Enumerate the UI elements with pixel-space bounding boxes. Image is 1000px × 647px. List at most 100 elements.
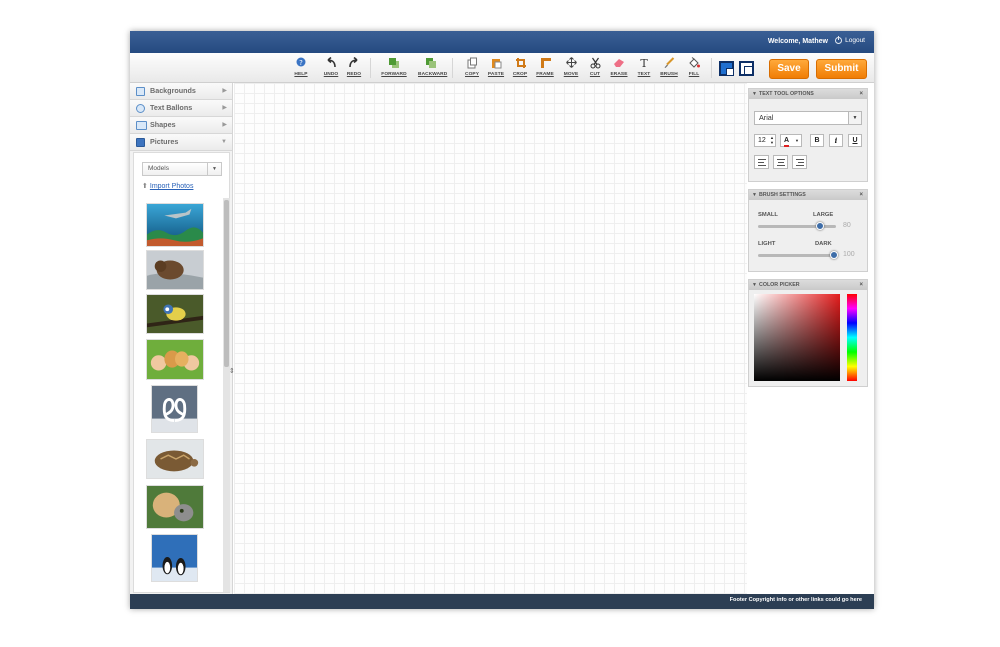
brush-size-slider[interactable] — [758, 222, 836, 230]
cut-button[interactable]: CUT — [582, 57, 608, 77]
sidebar-item-backgrounds[interactable]: Backgrounds ▶ — [130, 83, 232, 100]
thumbnail-scrollbar[interactable] — [223, 198, 230, 592]
brush-button[interactable]: BRUSH — [656, 57, 682, 77]
brush-opacity-max-label: DARK — [815, 241, 832, 247]
chevron-right-icon: ▶ — [222, 105, 227, 111]
align-center-button[interactable] — [773, 155, 788, 169]
logout-label: Logout — [845, 37, 865, 44]
backward-button[interactable]: BACKWARD — [418, 57, 447, 77]
close-icon[interactable]: × — [859, 280, 863, 290]
panel-header: ▼ BRUSH SETTINGS × — [749, 190, 867, 200]
crop-button[interactable]: CROP — [507, 57, 533, 77]
copy-icon — [459, 57, 485, 70]
sidebar-item-label: Pictures — [150, 137, 179, 146]
bear-photo[interactable] — [146, 250, 204, 290]
sidebar-item-pictures[interactable]: Pictures ▼ — [130, 134, 232, 151]
drawing-canvas[interactable] — [234, 83, 747, 594]
redo-icon — [341, 56, 367, 70]
text-color-icon: A — [784, 136, 790, 147]
forward-button[interactable]: FORWARD — [381, 57, 407, 77]
frame-icon — [532, 57, 558, 70]
submit-button[interactable]: Submit — [816, 59, 867, 79]
text-label: TEXT — [637, 72, 651, 77]
frame-button[interactable]: FRAME — [532, 57, 558, 77]
text-tool-button[interactable]: T TEXT — [631, 57, 657, 77]
fill-button[interactable]: FILL — [681, 57, 707, 77]
toolbar-divider — [711, 58, 712, 78]
brush-opacity-slider[interactable] — [758, 251, 838, 259]
close-icon[interactable]: × — [859, 190, 863, 200]
collapse-icon[interactable]: ▼ — [752, 89, 757, 99]
bird-photo[interactable] — [146, 294, 204, 334]
underline-button[interactable]: U — [848, 134, 862, 147]
align-right-button[interactable] — [792, 155, 807, 169]
category-select[interactable]: Models ▼ — [142, 162, 222, 176]
cut-label: CUT — [589, 72, 601, 77]
chevron-right-icon: ▶ — [222, 122, 227, 128]
crop-icon — [507, 57, 533, 70]
speech-bubble-icon — [136, 104, 145, 113]
paste-button[interactable]: PASTE — [483, 57, 509, 77]
paste-label: PASTE — [487, 72, 505, 77]
align-left-button[interactable] — [754, 155, 769, 169]
italic-button[interactable]: i — [829, 134, 843, 147]
brush-opacity-min-label: LIGHT — [758, 241, 776, 247]
color-picker-panel: ▼ COLOR PICKER × — [748, 279, 868, 387]
footer-text[interactable]: Footer Copyright info or other links cou… — [730, 597, 862, 603]
background-color-swatch[interactable] — [739, 61, 754, 76]
copy-button[interactable]: COPY — [459, 57, 485, 77]
sidebar-item-text-ballons[interactable]: Text Ballons ▶ — [130, 100, 232, 117]
brush-size-value: 80 — [843, 222, 851, 229]
toolbar-divider — [452, 58, 453, 78]
sidebar-item-label: Text Ballons — [150, 103, 193, 112]
swans-photo[interactable] — [151, 385, 198, 433]
help-button[interactable]: ? HELP — [288, 57, 314, 77]
brush-icon — [656, 57, 682, 70]
collapse-icon[interactable]: ▼ — [752, 190, 757, 200]
brush-label: BRUSH — [660, 72, 678, 77]
slider-knob[interactable] — [816, 222, 825, 230]
logout-link[interactable]: Logout — [835, 36, 865, 44]
font-size-value: 12 — [758, 137, 766, 144]
scrollbar-thumb[interactable] — [224, 200, 229, 367]
font-size-stepper[interactable]: 12 ▲ ▼ — [754, 134, 776, 147]
chevron-down-icon: ▼ — [848, 112, 861, 124]
sidebar-item-label: Backgrounds — [150, 86, 196, 95]
foreground-color-swatch[interactable] — [719, 61, 734, 76]
puppies-children-photo[interactable] — [146, 339, 204, 380]
sidebar-item-shapes[interactable]: Shapes ▶ — [130, 117, 232, 134]
text-color-button[interactable]: A ▼ — [780, 134, 802, 147]
chevron-down-icon: ▼ — [795, 138, 799, 143]
top-bar: Welcome, Mathew Logout — [130, 31, 874, 53]
chevron-down-icon: ▼ — [207, 163, 221, 175]
svg-text:?: ? — [299, 59, 303, 67]
collapse-icon[interactable]: ▼ — [752, 280, 757, 290]
move-button[interactable]: MOVE — [558, 57, 584, 77]
bold-button[interactable]: B — [810, 134, 824, 147]
penguins-photo[interactable] — [151, 534, 198, 582]
text-tool-options-panel: ▼ TEXT TOOL OPTIONS × Arial ▼ 12 ▲ ▼ A ▼ … — [748, 88, 868, 182]
brush-size-max-label: LARGE — [813, 212, 834, 218]
shark-photo[interactable] — [146, 203, 204, 247]
redo-label: REDO — [346, 72, 362, 77]
import-photos-link[interactable]: ⬆ Import Photos — [142, 182, 193, 190]
tortoise-photo[interactable] — [146, 439, 204, 479]
slider-knob[interactable] — [830, 251, 838, 259]
panel-header: ▼ COLOR PICKER × — [749, 280, 867, 290]
panel-header: ▼ TEXT TOOL OPTIONS × — [749, 89, 867, 99]
save-button[interactable]: Save — [769, 59, 809, 79]
font-family-value: Arial — [759, 113, 774, 122]
footer: Footer Copyright info or other links cou… — [130, 594, 874, 609]
dog-cat-photo[interactable] — [146, 485, 204, 529]
saturation-value-field[interactable] — [754, 294, 840, 381]
hue-slider[interactable] — [847, 294, 857, 381]
frame-label: FRAME — [536, 72, 554, 77]
font-family-select[interactable]: Arial ▼ — [754, 111, 862, 125]
move-label: MOVE — [563, 72, 579, 77]
shapes-icon — [136, 121, 147, 130]
forward-label: FORWARD — [381, 72, 407, 77]
chevron-right-icon: ▶ — [222, 88, 227, 94]
erase-button[interactable]: ERASE — [606, 57, 632, 77]
close-icon[interactable]: × — [859, 89, 863, 99]
redo-button[interactable]: REDO — [341, 56, 367, 77]
